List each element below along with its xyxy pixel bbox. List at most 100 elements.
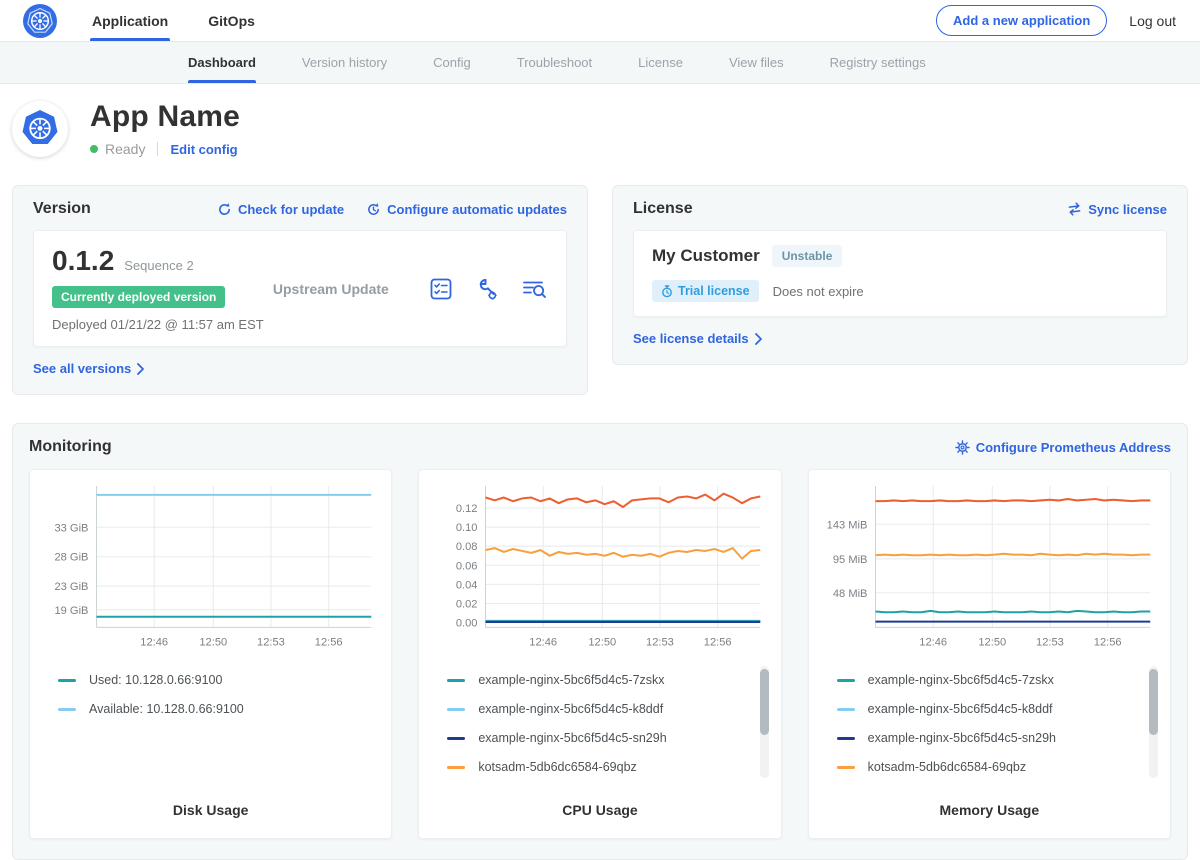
channel-badge: Unstable xyxy=(772,245,843,267)
preflight-checks-icon[interactable] xyxy=(428,276,454,302)
chart-card-memory-usage: 48 MiB 95 MiB 143 MiB 12:46 12:50 12:53 12:56 e… xyxy=(808,469,1171,839)
svg-text:28 GiB: 28 GiB xyxy=(54,552,88,564)
tab-dashboard[interactable]: Dashboard xyxy=(188,42,256,83)
chart-plot: 19 GiB23 GiB28 GiB33 GiB12:4612:5012:531… xyxy=(44,486,377,652)
legend-dash xyxy=(447,737,465,740)
svg-text:12:50: 12:50 xyxy=(589,637,617,649)
legend-dash xyxy=(58,708,76,711)
legend-scrollbar[interactable] xyxy=(1149,666,1158,778)
svg-text:95 MiB: 95 MiB xyxy=(833,554,868,566)
check-for-update-link[interactable]: Check for update xyxy=(217,202,344,217)
chart-legend: example-nginx-5bc6f5d4c5-7zskx example-ng… xyxy=(433,666,766,784)
license-expiry: Does not expire xyxy=(773,284,864,299)
chart-title: Memory Usage xyxy=(823,784,1156,818)
tab-version-history[interactable]: Version history xyxy=(302,42,387,83)
legend-item: example-nginx-5bc6f5d4c5-k8ddf xyxy=(447,695,766,724)
version-panel: Version Check for update Configure au xyxy=(12,185,588,395)
legend-label: example-nginx-5bc6f5d4c5-7zskx xyxy=(868,673,1054,687)
svg-text:12:56: 12:56 xyxy=(315,637,343,649)
chart-title: Disk Usage xyxy=(44,784,377,818)
svg-text:19 GiB: 19 GiB xyxy=(54,605,88,617)
chevron-right-icon xyxy=(755,333,762,345)
svg-text:12:46: 12:46 xyxy=(919,637,947,649)
legend-label: example-nginx-5bc6f5d4c5-sn29h xyxy=(478,731,666,745)
see-license-details-link[interactable]: See license details xyxy=(633,331,762,346)
chart-plot: 0.000.020.040.060.080.100.1212:4612:5012… xyxy=(433,486,766,652)
legend-item: example-nginx-5bc6f5d4c5-7zskx xyxy=(447,666,766,695)
edit-config-link[interactable]: Edit config xyxy=(170,142,237,157)
logout-button[interactable]: Log out xyxy=(1129,13,1176,29)
configure-automatic-updates-link[interactable]: Configure automatic updates xyxy=(366,202,567,217)
gear-icon xyxy=(955,440,970,455)
tab-config[interactable]: Config xyxy=(433,42,471,83)
refresh-icon xyxy=(217,202,232,217)
chart-legend: Used: 10.128.0.66:9100 Available: 10.128.… xyxy=(44,666,377,784)
legend-item: kotsadm-5db6dc6584-69qbz xyxy=(837,753,1156,782)
topnav-tab-gitops[interactable]: GitOps xyxy=(206,0,257,41)
chevron-right-icon xyxy=(137,363,144,375)
legend-dash xyxy=(447,679,465,682)
legend-label: Available: 10.128.0.66:9100 xyxy=(89,702,244,716)
tab-troubleshoot[interactable]: Troubleshoot xyxy=(517,42,592,83)
customer-name: My Customer xyxy=(652,246,760,266)
legend-item: Used: 10.128.0.66:9100 xyxy=(58,666,377,695)
tab-view-files[interactable]: View files xyxy=(729,42,784,83)
file-search-icon[interactable] xyxy=(520,276,548,302)
svg-text:12:50: 12:50 xyxy=(199,637,227,649)
legend-item: Available: 10.128.0.66:9100 xyxy=(58,695,377,724)
legend-dash xyxy=(837,737,855,740)
sync-license-link[interactable]: Sync license xyxy=(1067,202,1167,217)
license-card: My Customer Unstable Trial license Does … xyxy=(633,230,1167,317)
legend-label: example-nginx-5bc6f5d4c5-sn29h xyxy=(868,731,1056,745)
topnav-tabs: Application GitOps xyxy=(90,0,293,41)
see-all-versions-link[interactable]: See all versions xyxy=(33,361,144,376)
license-panel: License Sync license My Customer Unstabl… xyxy=(612,185,1188,365)
svg-text:143 MiB: 143 MiB xyxy=(826,519,867,531)
topnav-tab-application[interactable]: Application xyxy=(90,0,170,41)
add-new-application-button[interactable]: Add a new application xyxy=(936,5,1107,36)
legend-item: example-nginx-5bc6f5d4c5-7zskx xyxy=(837,666,1156,695)
legend-scrollbar-thumb[interactable] xyxy=(760,669,769,735)
svg-text:0.08: 0.08 xyxy=(456,541,478,553)
svg-text:12:56: 12:56 xyxy=(1093,637,1121,649)
wrench-gear-icon[interactable] xyxy=(474,276,500,302)
monitoring-panel: Monitoring Configure Prometheus Address … xyxy=(12,423,1188,860)
legend-dash xyxy=(447,766,465,769)
chart-legend: example-nginx-5bc6f5d4c5-7zskx example-ng… xyxy=(823,666,1156,784)
chart-plot: 48 MiB 95 MiB 143 MiB 12:46 12:50 12:53 12:56 xyxy=(823,486,1156,652)
version-source-label: Upstream Update xyxy=(273,281,389,297)
tab-license[interactable]: License xyxy=(638,42,683,83)
svg-text:48 MiB: 48 MiB xyxy=(833,588,868,600)
svg-text:0.00: 0.00 xyxy=(456,618,478,630)
legend-label: Used: 10.128.0.66:9100 xyxy=(89,673,222,687)
sync-arrows-icon xyxy=(1067,202,1082,216)
svg-text:12:53: 12:53 xyxy=(1036,637,1064,649)
chart-card-disk-usage: 19 GiB23 GiB28 GiB33 GiB12:4612:5012:531… xyxy=(29,469,392,839)
svg-text:23 GiB: 23 GiB xyxy=(54,581,88,593)
configure-prometheus-link[interactable]: Configure Prometheus Address xyxy=(955,440,1171,455)
svg-text:0.06: 0.06 xyxy=(456,560,478,572)
legend-label: example-nginx-5bc6f5d4c5-7zskx xyxy=(478,673,664,687)
svg-text:12:53: 12:53 xyxy=(257,637,285,649)
kubernetes-logo-icon xyxy=(22,3,58,39)
license-panel-title: License xyxy=(633,200,693,218)
trial-license-badge: Trial license xyxy=(652,280,759,302)
svg-text:12:53: 12:53 xyxy=(646,637,674,649)
chart-title: CPU Usage xyxy=(433,784,766,818)
version-panel-title: Version xyxy=(33,200,91,218)
legend-item: kotsadm-5db6dc6584-69qbz xyxy=(447,753,766,782)
legend-dash xyxy=(837,679,855,682)
legend-item: example-nginx-5bc6f5d4c5-k8ddf xyxy=(837,695,1156,724)
legend-scrollbar-thumb[interactable] xyxy=(1149,669,1158,735)
chart-card-cpu-usage: 0.000.020.040.060.080.100.1212:4612:5012… xyxy=(418,469,781,839)
legend-label: example-nginx-5bc6f5d4c5-k8ddf xyxy=(868,702,1053,716)
ready-status-dot xyxy=(90,145,98,153)
page-title: App Name xyxy=(90,100,240,134)
tab-registry-settings[interactable]: Registry settings xyxy=(830,42,926,83)
legend-scrollbar[interactable] xyxy=(760,666,769,778)
legend-label: example-nginx-5bc6f5d4c5-k8ddf xyxy=(478,702,663,716)
divider xyxy=(157,142,158,156)
stopwatch-icon xyxy=(661,285,673,298)
svg-text:12:50: 12:50 xyxy=(978,637,1006,649)
current-version-card: 0.1.2 Sequence 2 Currently deployed vers… xyxy=(33,230,567,347)
